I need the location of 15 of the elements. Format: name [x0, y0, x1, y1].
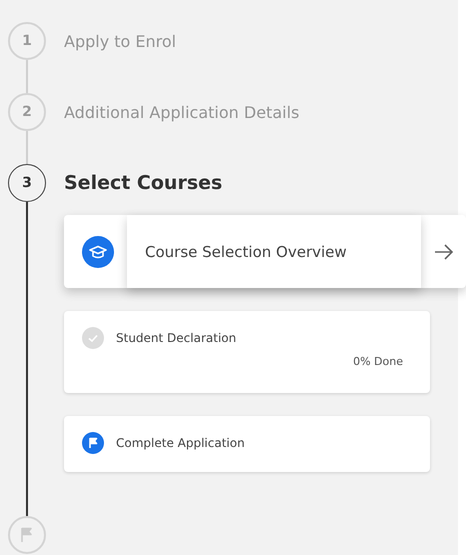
card-title: Complete Application	[116, 436, 245, 450]
step-number: 2	[8, 93, 46, 131]
progress-label: 0% Done	[352, 355, 403, 368]
flag-icon	[20, 527, 34, 543]
flag-icon	[82, 432, 104, 454]
step-number: 3	[8, 164, 46, 202]
graduation-cap-icon	[82, 236, 114, 268]
course-overview-card[interactable]: Course Selection Overview	[64, 215, 466, 288]
step-number: 1	[8, 22, 46, 60]
arrow-right-icon	[434, 244, 454, 260]
card-title: Student Declaration	[116, 331, 236, 345]
card-title: Course Selection Overview	[127, 215, 421, 288]
step-title[interactable]: Select Courses	[64, 172, 466, 194]
complete-application-card[interactable]: Complete Application	[64, 416, 430, 472]
declaration-card[interactable]: Student Declaration 0% Done	[64, 311, 430, 393]
